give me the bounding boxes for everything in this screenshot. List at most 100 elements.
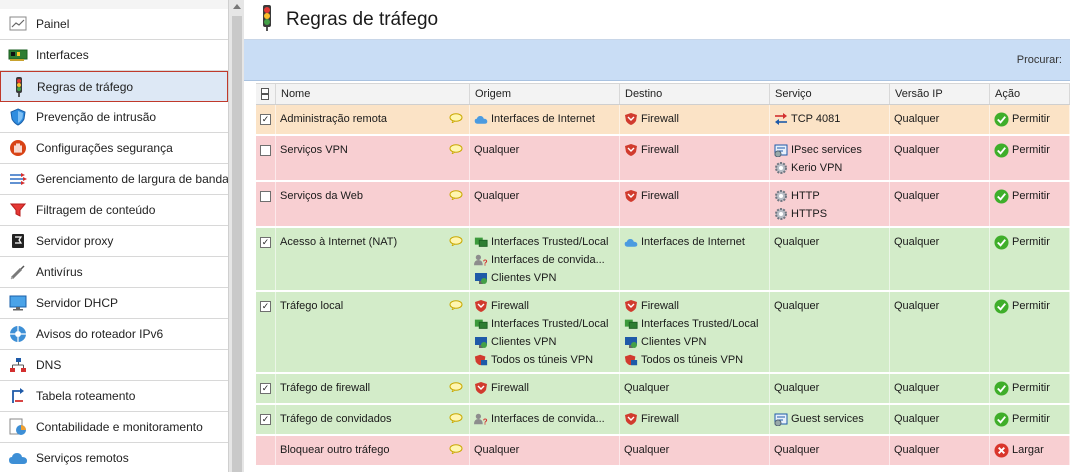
checkbox-cell[interactable]: ✓: [256, 374, 276, 403]
destination-cell[interactable]: Firewall: [620, 136, 770, 180]
service-cell[interactable]: IPsec services Kerio VPN: [770, 136, 890, 180]
column-header-destination[interactable]: Destino: [620, 84, 770, 104]
sidebar-item-prevencao-de-intrusao[interactable]: Prevenção de intrusão: [0, 102, 228, 133]
service-cell[interactable]: Qualquer: [770, 228, 890, 290]
checkbox-cell[interactable]: ✓: [256, 228, 276, 290]
ip-version-cell[interactable]: Qualquer: [890, 182, 990, 226]
rule-name-cell[interactable]: Acesso à Internet (NAT): [276, 228, 470, 290]
ip-version-cell[interactable]: Qualquer: [890, 105, 990, 134]
table-row[interactable]: Bloquear outro tráfego Qualquer Qualquer Qu…: [256, 436, 1070, 467]
destination-cell[interactable]: Interfaces de Internet: [620, 228, 770, 290]
column-header-origin[interactable]: Origem: [470, 84, 620, 104]
rule-name-cell[interactable]: Serviços VPN: [276, 136, 470, 180]
checkbox-cell[interactable]: ✓: [256, 105, 276, 134]
destination-entry: Firewall: [624, 410, 769, 428]
action-cell[interactable]: Permitir: [990, 292, 1070, 372]
origin-cell[interactable]: Interfaces de Internet: [470, 105, 620, 134]
rule-enabled-checkbox[interactable]: ✓: [260, 114, 271, 125]
action-cell[interactable]: Permitir: [990, 374, 1070, 403]
destination-cell[interactable]: Firewall: [620, 105, 770, 134]
destination-cell[interactable]: Firewall: [620, 182, 770, 226]
action-cell[interactable]: Permitir: [990, 182, 1070, 226]
cloud-icon: [624, 235, 638, 249]
sidebar-item-servidor-proxy[interactable]: Servidor proxy: [0, 226, 228, 257]
checkbox-cell[interactable]: [256, 436, 276, 465]
origin-cell[interactable]: Firewall: [470, 374, 620, 403]
rule-enabled-checkbox[interactable]: ✓: [260, 414, 271, 425]
ip-version-cell[interactable]: Qualquer: [890, 292, 990, 372]
action-cell[interactable]: Largar: [990, 436, 1070, 465]
service-cell[interactable]: Qualquer: [770, 436, 890, 465]
ip-version-cell[interactable]: Qualquer: [890, 436, 990, 465]
destination-cell[interactable]: Qualquer: [620, 374, 770, 403]
action-cell[interactable]: Permitir: [990, 228, 1070, 290]
action-cell[interactable]: Permitir: [990, 405, 1070, 434]
table-row[interactable]: ✓ Administração remota Interfaces de Inter…: [256, 105, 1070, 136]
ip-version-cell[interactable]: Qualquer: [890, 228, 990, 290]
destination-cell[interactable]: Firewall Interfaces Trusted/Local Clientes…: [620, 292, 770, 372]
sidebar-item-regras-de-trafego[interactable]: Regras de tráfego: [0, 71, 228, 102]
table-row[interactable]: ✓ Tráfego de convidados? Interfaces de con…: [256, 405, 1070, 436]
checkbox-cell[interactable]: [256, 136, 276, 180]
rule-name-cell[interactable]: Bloquear outro tráfego: [276, 436, 470, 465]
table-row[interactable]: Serviços da Web Qualquer Firewall HTTP HTTPS…: [256, 182, 1070, 228]
sidebar-item-dns[interactable]: DNS: [0, 350, 228, 381]
table-row[interactable]: ✓ Tráfego local Firewall Interfaces Trusted…: [256, 292, 1070, 374]
action-cell[interactable]: Permitir: [990, 105, 1070, 134]
rule-enabled-checkbox[interactable]: [260, 191, 271, 202]
service-cell[interactable]: TCP 4081: [770, 105, 890, 134]
sidebar-item-filtragem-de-conteudo[interactable]: Filtragem de conteúdo: [0, 195, 228, 226]
ip-version-cell[interactable]: Qualquer: [890, 136, 990, 180]
ip-version-cell[interactable]: Qualquer: [890, 374, 990, 403]
action-cell[interactable]: Permitir: [990, 136, 1070, 180]
rule-name-cell[interactable]: Administração remota: [276, 105, 470, 134]
rule-name-cell[interactable]: Tráfego de firewall: [276, 374, 470, 403]
column-header-service[interactable]: Serviço: [770, 84, 890, 104]
sidebar-item-painel[interactable]: Painel: [0, 9, 228, 40]
rule-name-cell[interactable]: Tráfego de convidados: [276, 405, 470, 434]
service-cell[interactable]: Qualquer: [770, 292, 890, 372]
column-header-ip-version[interactable]: Versão IP: [890, 84, 990, 104]
table-row[interactable]: ✓ Acesso à Internet (NAT) Interfaces Trust…: [256, 228, 1070, 292]
sidebar-scrollbar[interactable]: [228, 0, 244, 472]
sidebar-item-servidor-dhcp[interactable]: Servidor DHCP: [0, 288, 228, 319]
origin-cell[interactable]: Qualquer: [470, 182, 620, 226]
checkbox-cell[interactable]: ✓: [256, 292, 276, 372]
service-cell[interactable]: Qualquer: [770, 374, 890, 403]
sidebar-item-avisos-do-roteador-ipv6[interactable]: Avisos do roteador IPv6: [0, 319, 228, 350]
sidebar-item-servicos-remotos[interactable]: Serviços remotos: [0, 443, 228, 472]
checkbox-cell[interactable]: [256, 182, 276, 226]
scroll-up-arrow-icon[interactable]: [233, 4, 241, 9]
comment-icon: [449, 382, 463, 392]
origin-cell[interactable]: Qualquer: [470, 136, 620, 180]
sidebar-item-gerenciamento-de-largura-de-banda[interactable]: Gerenciamento de largura de banda: [0, 164, 228, 195]
drop-x-icon: [994, 442, 1012, 458]
sidebar-item-tabela-roteamento[interactable]: Tabela roteamento: [0, 381, 228, 412]
rule-name-cell[interactable]: Serviços da Web: [276, 182, 470, 226]
rule-enabled-checkbox[interactable]: [260, 145, 271, 156]
origin-cell[interactable]: ? Interfaces de convida...: [470, 405, 620, 434]
destination-cell[interactable]: Qualquer: [620, 436, 770, 465]
rule-enabled-checkbox[interactable]: ✓: [260, 237, 271, 248]
sidebar-item-contabilidade-e-monitoramento[interactable]: Contabilidade e monitoramento: [0, 412, 228, 443]
rule-enabled-checkbox[interactable]: ✓: [260, 301, 271, 312]
service-cell[interactable]: HTTP HTTPS: [770, 182, 890, 226]
scrollbar-thumb[interactable]: [232, 16, 242, 472]
column-header-action[interactable]: Ação: [990, 84, 1070, 104]
table-row[interactable]: ✓ Tráfego de firewall Firewall Qualquer Qual…: [256, 374, 1070, 405]
service-cell[interactable]: Guest services: [770, 405, 890, 434]
table-row[interactable]: Serviços VPN Qualquer Firewall IPsec servic…: [256, 136, 1070, 182]
select-all-column[interactable]: [256, 84, 276, 104]
origin-cell[interactable]: Firewall Interfaces Trusted/Local Clientes…: [470, 292, 620, 372]
origin-cell[interactable]: Qualquer: [470, 436, 620, 465]
destination-cell[interactable]: Firewall: [620, 405, 770, 434]
ip-version-cell[interactable]: Qualquer: [890, 405, 990, 434]
sidebar-item-antivirus[interactable]: Antivírus: [0, 257, 228, 288]
rule-name-cell[interactable]: Tráfego local: [276, 292, 470, 372]
sidebar-item-interfaces[interactable]: Interfaces: [0, 40, 228, 71]
rule-enabled-checkbox[interactable]: ✓: [260, 383, 271, 394]
sidebar-item-configuracoes-seguranca[interactable]: Configurações segurança: [0, 133, 228, 164]
column-header-name[interactable]: Nome: [276, 84, 470, 104]
origin-cell[interactable]: Interfaces Trusted/Local? Interfaces de c…: [470, 228, 620, 290]
checkbox-cell[interactable]: ✓: [256, 405, 276, 434]
